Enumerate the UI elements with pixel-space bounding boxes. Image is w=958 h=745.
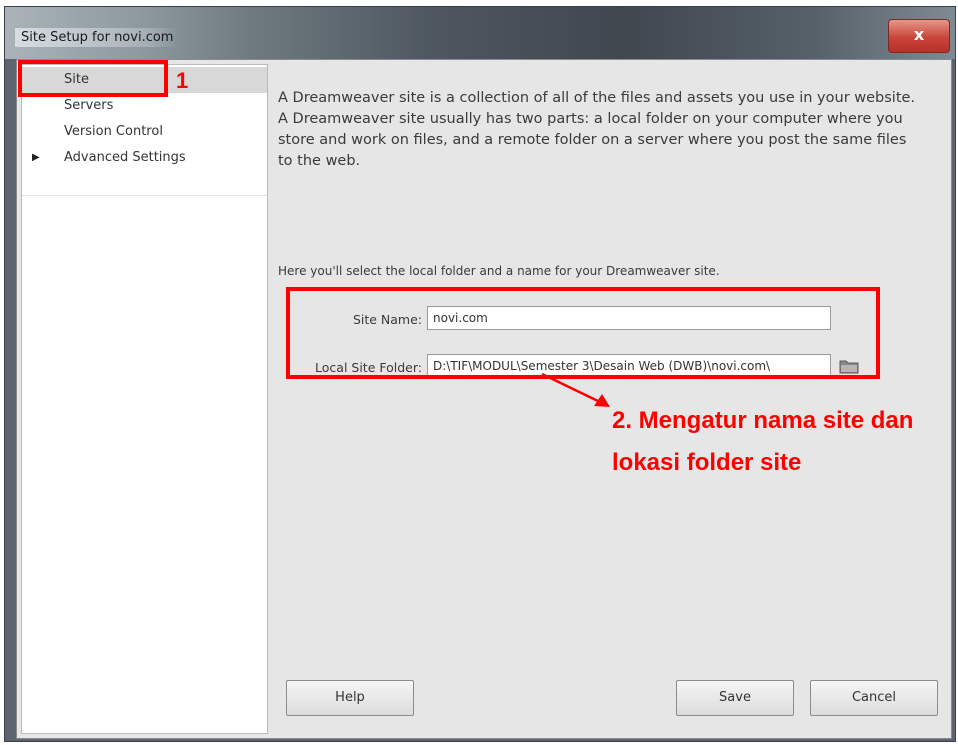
sidebar-divider: [22, 195, 267, 196]
annotation-step-1: 1: [176, 68, 189, 93]
close-icon: x: [913, 25, 925, 44]
annotation-step-2-line1: 2. Mengatur nama site dan: [612, 407, 914, 434]
save-button[interactable]: Save: [676, 680, 794, 716]
category-label: Version Control: [64, 124, 163, 139]
category-item-advanced-settings[interactable]: ▶ Advanced Settings: [22, 145, 267, 171]
window-title: Site Setup for novi.com: [15, 28, 180, 47]
close-button[interactable]: x: [888, 19, 950, 53]
category-item-version-control[interactable]: Version Control: [22, 119, 267, 145]
dialog-client-area: Site Servers Version Control ▶ Advanced …: [16, 59, 952, 739]
annotation-box-site-category: [18, 60, 168, 97]
category-label: Servers: [64, 98, 114, 113]
annotation-arrow-icon: [541, 372, 610, 407]
help-button[interactable]: Help: [286, 680, 414, 716]
site-description: A Dreamweaver site is a collection of al…: [278, 90, 916, 169]
instruction-text: Here you'll select the local folder and …: [278, 264, 720, 278]
cancel-button[interactable]: Cancel: [810, 680, 938, 716]
annotation-box-site-fields: [286, 287, 880, 379]
annotation-step-2-line2: lokasi folder site: [612, 449, 802, 476]
category-label: Advanced Settings: [64, 150, 186, 165]
category-list: Site Servers Version Control ▶ Advanced …: [21, 64, 268, 734]
title-bar[interactable]: Site Setup for novi.com x: [5, 7, 955, 59]
expand-arrow-icon[interactable]: ▶: [32, 145, 40, 171]
